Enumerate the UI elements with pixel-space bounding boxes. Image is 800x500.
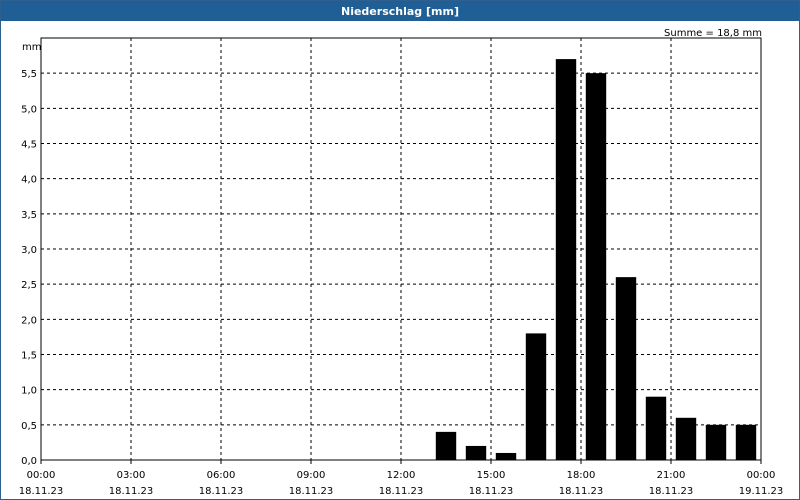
x-tick-time-label: 06:00 — [207, 470, 236, 481]
x-tick-date-label: 18.11.23 — [199, 486, 244, 497]
precipitation-bar — [645, 396, 667, 460]
y-tick-label: 4,0 — [21, 175, 37, 186]
precipitation-bar — [735, 424, 757, 460]
sum-annotation: Summe = 18,8 mm — [664, 28, 762, 39]
x-tick-time-label: 09:00 — [297, 470, 326, 481]
y-tick-label: 1,0 — [21, 386, 37, 397]
precipitation-bar — [525, 333, 547, 460]
x-tick-time-label: 15:00 — [477, 470, 506, 481]
y-tick-label: 4,5 — [21, 140, 37, 151]
x-tick-time-label: 21:00 — [657, 470, 686, 481]
x-tick-date-label: 18.11.23 — [19, 486, 64, 497]
precipitation-chart: mm Summe = 18,8 mm 0,0 0,5 1,0 1,5 2,0 2,5 3,0… — [19, 28, 784, 497]
y-tick-label: 1,5 — [21, 351, 37, 362]
y-tick-label: 3,5 — [21, 210, 37, 221]
precipitation-bar — [585, 73, 607, 461]
x-tick-date-label: 19.11.23 — [739, 486, 784, 497]
x-tick-date-label: 18.11.23 — [289, 486, 334, 497]
y-tick-label: 2,0 — [21, 315, 37, 326]
precipitation-bar — [495, 452, 517, 460]
y-tick-label: 5,0 — [21, 104, 37, 115]
x-tick-time-label: 18:00 — [567, 470, 596, 481]
x-tick-date-label: 18.11.23 — [379, 486, 424, 497]
y-tick-label: 0,0 — [21, 456, 37, 467]
x-tick-date-label: 18.11.23 — [469, 486, 514, 497]
y-tick-label: 0,5 — [21, 421, 37, 432]
y-tick-label: 3,0 — [21, 245, 37, 256]
y-axis-unit-label: mm — [22, 42, 41, 53]
precipitation-bar — [675, 417, 697, 460]
precipitation-bar — [555, 59, 577, 460]
x-tick-time-label: 03:00 — [117, 470, 146, 481]
x-tick-time-label: 00:00 — [747, 470, 776, 481]
x-tick-date-label: 18.11.23 — [649, 486, 694, 497]
y-tick-label: 5,5 — [21, 69, 37, 80]
precipitation-bar — [435, 431, 457, 460]
x-tick-time-label: 12:00 — [387, 470, 416, 481]
x-tick-date-label: 18.11.23 — [559, 486, 604, 497]
precipitation-bar — [615, 277, 637, 460]
precipitation-bar — [465, 445, 487, 460]
precipitation-bar — [705, 424, 727, 460]
y-tick-label: 2,5 — [21, 280, 37, 291]
x-tick-date-label: 18.11.23 — [109, 486, 154, 497]
x-tick-time-label: 00:00 — [27, 470, 56, 481]
